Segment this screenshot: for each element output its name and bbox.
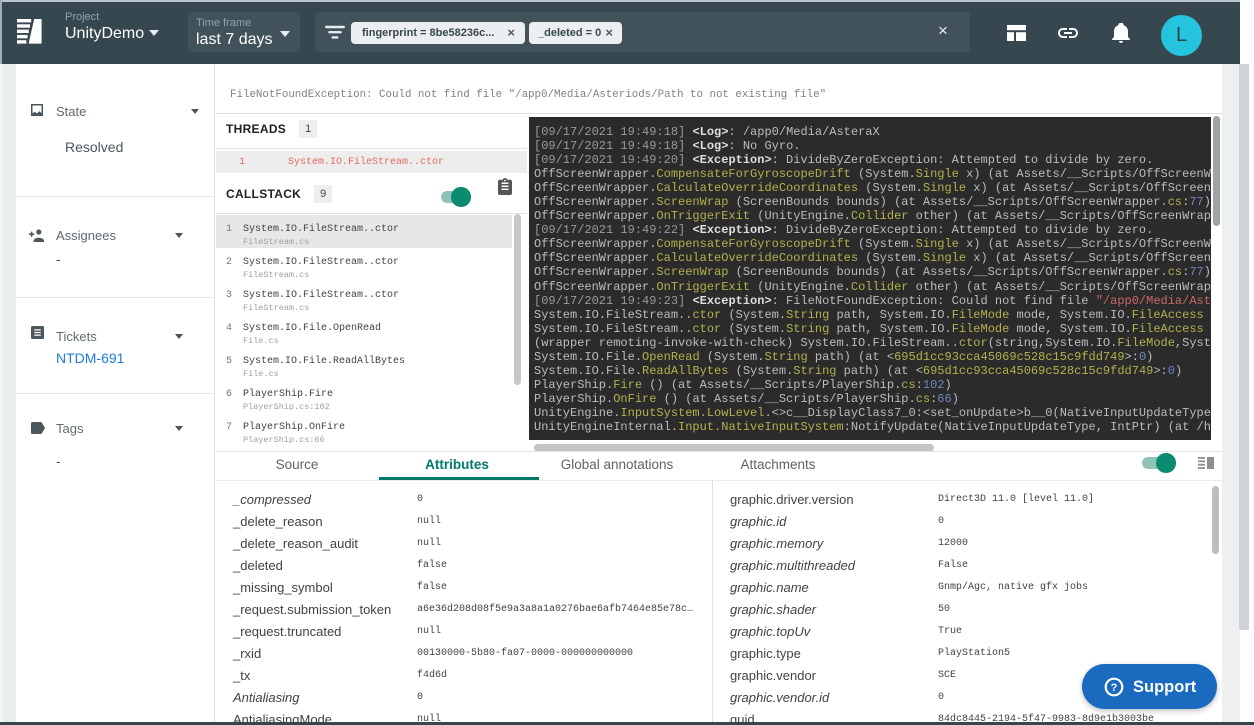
svg-text:?: ? [1111,682,1118,694]
